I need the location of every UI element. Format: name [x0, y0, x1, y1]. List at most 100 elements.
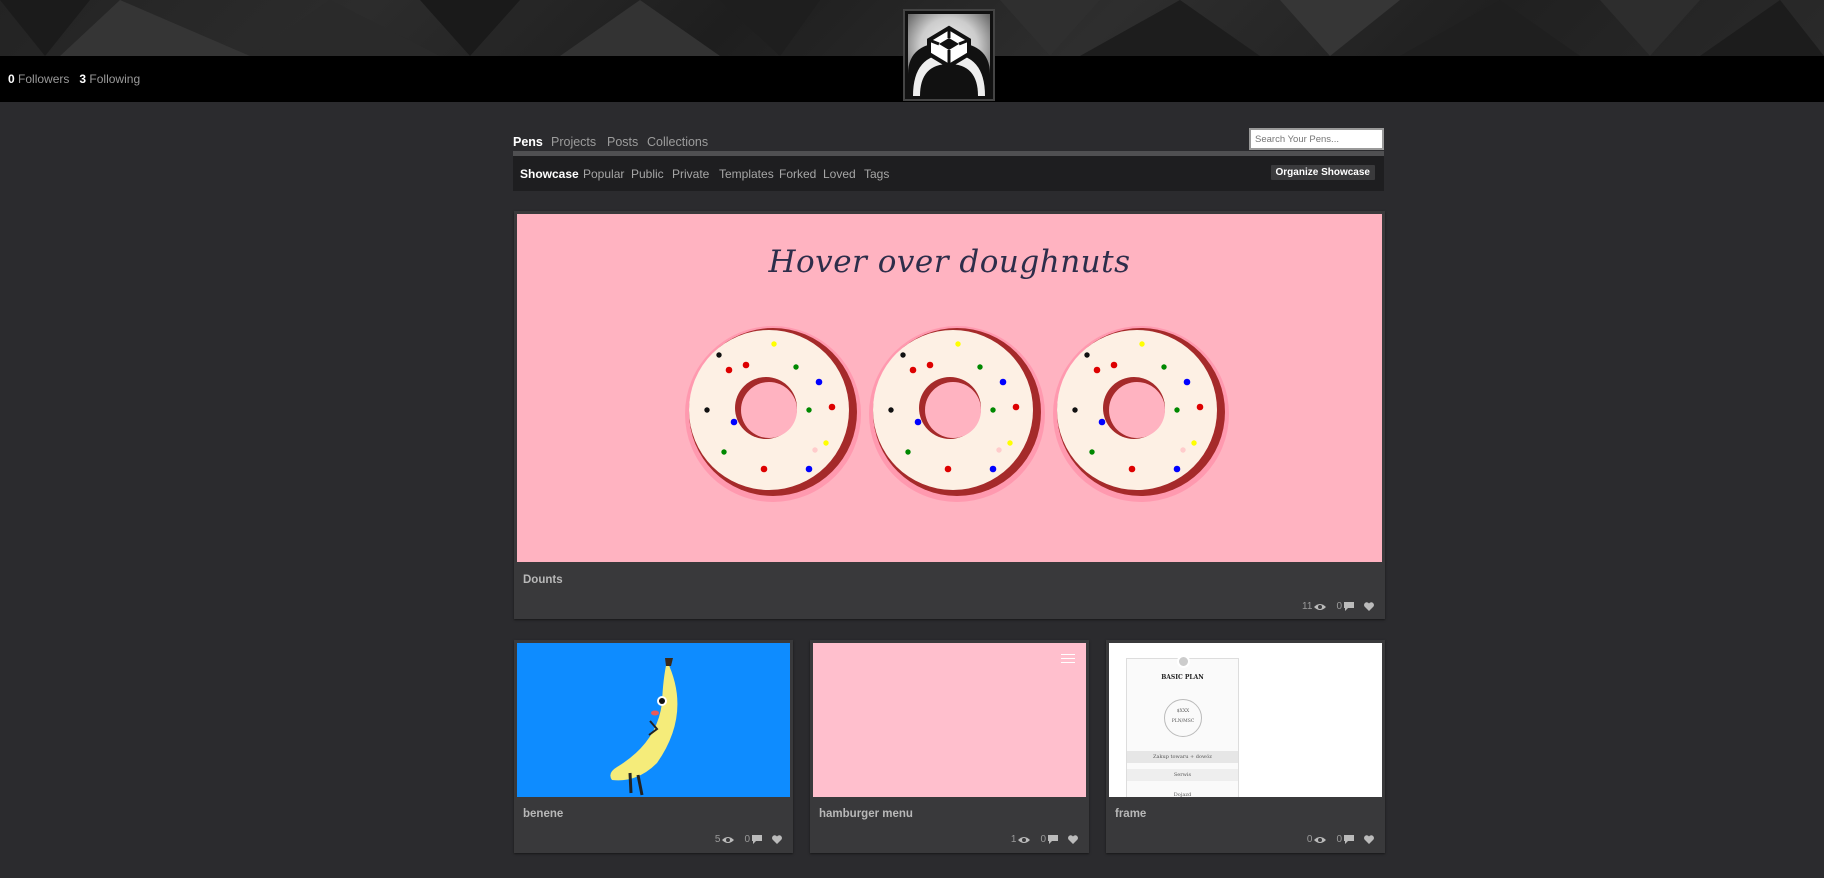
sprinkle	[1161, 364, 1167, 370]
pen-preview[interactable]: BASIC PLAN $XXX PLN/MSC Zakup towaru + do…	[1109, 643, 1382, 797]
pen-title[interactable]: Dounts	[523, 574, 563, 586]
sprinkle	[888, 407, 894, 413]
sprinkle	[1196, 403, 1204, 411]
views-stat: 11	[1302, 601, 1327, 612]
sub-tabs: Showcase Popular Public Private Template…	[513, 156, 1384, 191]
sprinkle	[1012, 403, 1020, 411]
pen-card[interactable]: hamburger menu 1 0	[810, 640, 1089, 853]
pen-preview[interactable]: Hover over doughnuts	[517, 214, 1382, 562]
sprinkle	[1191, 440, 1197, 446]
sprinkle	[771, 341, 777, 347]
pen-title[interactable]: benene	[523, 808, 563, 820]
pen-stats: 5 0	[715, 834, 782, 845]
sprinkle	[1084, 352, 1090, 358]
sprinkle	[806, 407, 812, 413]
sprinkle	[793, 364, 799, 370]
sprinkle	[1128, 465, 1136, 473]
sprinkle	[1072, 407, 1078, 413]
views-stat: 1	[1011, 834, 1031, 845]
love-button[interactable]	[772, 835, 782, 844]
sprinkle	[1089, 449, 1095, 455]
eye-icon	[1018, 836, 1031, 843]
doughnut[interactable]	[1053, 326, 1229, 502]
doughnut[interactable]	[869, 326, 1045, 502]
sprinkle	[1093, 366, 1101, 374]
sprinkle	[999, 378, 1007, 386]
comments-stat[interactable]: 0	[744, 834, 762, 845]
plan-row: Dojazd	[1173, 792, 1192, 797]
heart-icon	[1364, 835, 1374, 844]
views-stat: 5	[715, 834, 735, 845]
comments-stat[interactable]: 0	[1040, 834, 1058, 845]
sprinkle	[905, 449, 911, 455]
comment-icon	[752, 835, 762, 844]
sprinkle	[823, 440, 829, 446]
subtab-forked[interactable]: Forked	[779, 167, 816, 181]
sprinkle	[1174, 407, 1180, 413]
pen-stats: 1 0	[1011, 834, 1078, 845]
pricing-plan-card: BASIC PLAN $XXX PLN/MSC Zakup towaru + do…	[1126, 655, 1239, 797]
pen-title[interactable]: hamburger menu	[819, 808, 913, 820]
codepen-cube-icon	[908, 14, 990, 96]
eye-icon	[722, 836, 735, 843]
tab-posts[interactable]: Posts	[607, 135, 638, 149]
pen-stats: 11 0	[1302, 601, 1374, 612]
love-button[interactable]	[1364, 835, 1374, 844]
heart-icon	[772, 835, 782, 844]
sprinkle	[900, 352, 906, 358]
sprinkle	[1139, 341, 1145, 347]
tab-pens[interactable]: Pens	[513, 135, 543, 149]
main-content: Pens Projects Posts Collections Showcase…	[513, 126, 1384, 191]
plan-price-circle: $XXX PLN/MSC	[1164, 699, 1202, 737]
pen-card[interactable]: benene 5 0	[514, 640, 793, 853]
tab-collections[interactable]: Collections	[647, 135, 708, 149]
sprinkle	[1098, 418, 1106, 426]
doughnut[interactable]	[685, 326, 861, 502]
followers-link[interactable]: 0 Followers	[8, 72, 69, 86]
sprinkle	[805, 465, 813, 473]
sprinkle	[926, 361, 934, 369]
love-button[interactable]	[1068, 835, 1078, 844]
sprinkle	[1173, 465, 1181, 473]
banana-illustration	[610, 658, 678, 796]
top-tabs: Pens Projects Posts Collections	[513, 126, 1384, 156]
pen-card[interactable]: BASIC PLAN $XXX PLN/MSC Zakup towaru + do…	[1106, 640, 1385, 853]
plan-row: Serwis	[1127, 769, 1238, 781]
sprinkle	[944, 465, 952, 473]
sprinkle	[996, 447, 1002, 453]
sprinkle	[914, 418, 922, 426]
featured-pen-card[interactable]: Hover over doughnuts Dounts 11 0	[514, 211, 1385, 619]
search-input[interactable]	[1249, 128, 1384, 150]
subtab-showcase[interactable]: Showcase	[520, 167, 579, 181]
comments-stat[interactable]: 0	[1336, 834, 1354, 845]
sprinkle	[704, 407, 710, 413]
sprinkle	[742, 361, 750, 369]
sprinkle	[1183, 378, 1191, 386]
avatar[interactable]	[903, 9, 995, 101]
sprinkle	[760, 465, 768, 473]
hamburger-icon	[1061, 654, 1075, 666]
pen-title[interactable]: frame	[1115, 808, 1146, 820]
subtab-private[interactable]: Private	[672, 167, 709, 181]
eye-icon	[1314, 603, 1327, 610]
views-stat: 0	[1307, 834, 1327, 845]
heart-icon	[1364, 602, 1374, 611]
heart-icon	[1068, 835, 1078, 844]
love-button[interactable]	[1364, 602, 1374, 611]
pen-preview[interactable]	[813, 643, 1086, 797]
sprinkle	[828, 403, 836, 411]
comment-icon	[1048, 835, 1058, 844]
subtab-popular[interactable]: Popular	[583, 167, 624, 181]
comments-stat[interactable]: 0	[1336, 601, 1354, 612]
pen-preview[interactable]	[517, 643, 790, 797]
sprinkle	[955, 341, 961, 347]
sprinkle	[1180, 447, 1186, 453]
subtab-public[interactable]: Public	[631, 167, 664, 181]
donuts-illustration	[685, 326, 1229, 502]
tab-projects[interactable]: Projects	[551, 135, 596, 149]
subtab-tags[interactable]: Tags	[864, 167, 889, 181]
subtab-loved[interactable]: Loved	[823, 167, 856, 181]
subtab-templates[interactable]: Templates	[719, 167, 774, 181]
following-link[interactable]: 3 Following	[79, 72, 140, 86]
organize-showcase-button[interactable]: Organize Showcase	[1270, 165, 1375, 180]
